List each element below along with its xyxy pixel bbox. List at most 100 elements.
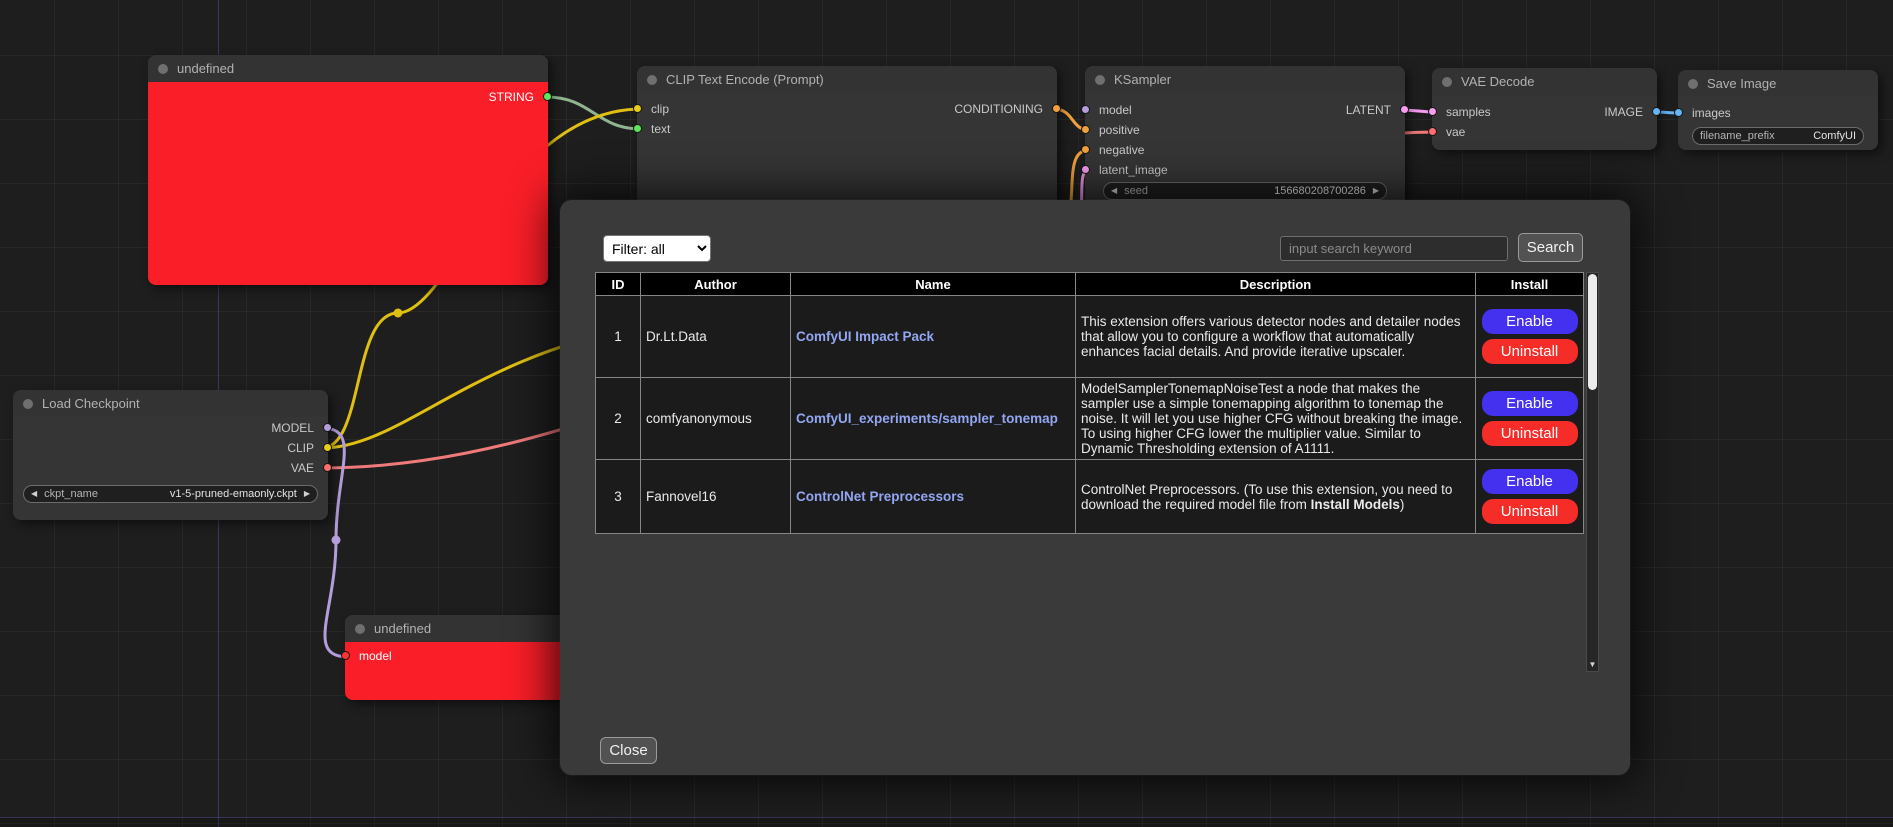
scroll-down-arrow-icon[interactable]: ▼ <box>1587 658 1598 670</box>
extension-manager-dialog: Filter: all Search ID Author Name Descri… <box>560 200 1630 775</box>
uninstall-button[interactable]: Uninstall <box>1482 499 1578 524</box>
model-port-dot[interactable] <box>1081 105 1090 114</box>
collapse-icon[interactable] <box>647 75 657 85</box>
port-label: CLIP <box>287 441 314 455</box>
description-bold-text: Install Models <box>1311 497 1400 512</box>
header-description: Description <box>1076 273 1476 296</box>
enable-button[interactable]: Enable <box>1482 391 1578 416</box>
node-header[interactable]: Load Checkpoint <box>13 390 328 417</box>
uninstall-button[interactable]: Uninstall <box>1482 339 1578 364</box>
extension-row: 3 Fannovel16 ControlNet Preprocessors Co… <box>596 460 1584 534</box>
node-vae-decode[interactable]: VAE Decode samples vae IMAGE <box>1432 68 1657 150</box>
extension-row: 2 comfyanonymous ComfyUI_experiments/sam… <box>596 378 1584 460</box>
extension-link[interactable]: ControlNet Preprocessors <box>796 489 964 504</box>
input-port-samples[interactable]: samples <box>1432 104 1491 120</box>
node-header[interactable]: undefined <box>148 55 548 82</box>
port-label: latent_image <box>1099 163 1168 177</box>
collapse-icon[interactable] <box>355 624 365 634</box>
collapse-icon[interactable] <box>158 64 168 74</box>
node-ksampler[interactable]: KSampler model positive negative latent_… <box>1085 66 1405 206</box>
link-midpoint-dot <box>332 536 341 545</box>
text-port-dot[interactable] <box>633 124 642 133</box>
search-input[interactable] <box>1280 236 1508 261</box>
node-header[interactable]: KSampler <box>1085 66 1405 93</box>
uninstall-button[interactable]: Uninstall <box>1482 421 1578 446</box>
output-port-image[interactable]: IMAGE <box>1604 104 1657 120</box>
node-title: Save Image <box>1707 76 1776 91</box>
scrollbar-thumb[interactable] <box>1588 274 1597 390</box>
search-button[interactable]: Search <box>1518 233 1583 262</box>
model-port-dot[interactable] <box>341 651 350 660</box>
output-port-string[interactable]: STRING <box>489 89 548 105</box>
widget-value: 156680208700286 <box>1274 185 1366 197</box>
port-label: STRING <box>489 90 534 104</box>
close-button[interactable]: Close <box>600 737 657 764</box>
string-port-dot[interactable] <box>543 92 552 101</box>
model-port-dot[interactable] <box>323 423 332 432</box>
output-port-conditioning[interactable]: CONDITIONING <box>954 101 1057 117</box>
output-port-vae[interactable]: VAE <box>291 460 328 476</box>
node-header[interactable]: VAE Decode <box>1432 68 1657 95</box>
filter-select[interactable]: Filter: all <box>603 235 711 262</box>
table-header-row: ID Author Name Description Install <box>596 273 1584 296</box>
node-title: CLIP Text Encode (Prompt) <box>666 72 824 87</box>
input-port-clip[interactable]: clip <box>637 101 669 117</box>
header-author: Author <box>641 273 791 296</box>
input-port-latent-image[interactable]: latent_image <box>1085 162 1168 178</box>
cell-description: ModelSamplerTonemapNoiseTest a node that… <box>1076 378 1476 460</box>
filename-prefix-widget[interactable]: filename_prefix ComfyUI <box>1692 127 1864 145</box>
input-port-text[interactable]: text <box>637 121 670 137</box>
port-label: positive <box>1099 123 1140 137</box>
negative-port-dot[interactable] <box>1081 145 1090 154</box>
latent-image-port-dot[interactable] <box>1081 165 1090 174</box>
input-port-model[interactable]: model <box>1085 102 1132 118</box>
input-port-model[interactable]: model <box>345 648 392 664</box>
conditioning-port-dot[interactable] <box>1052 104 1061 113</box>
next-arrow-icon[interactable]: ▶ <box>304 490 310 498</box>
node-load-checkpoint[interactable]: Load Checkpoint MODEL CLIP VAE ◀ ckpt_na… <box>13 390 328 520</box>
clip-port-dot[interactable] <box>633 104 642 113</box>
node-header[interactable]: Save Image <box>1678 70 1878 97</box>
input-port-positive[interactable]: positive <box>1085 122 1140 138</box>
ckpt-name-widget[interactable]: ◀ ckpt_name v1-5-pruned-emaonly.ckpt ▶ <box>23 485 318 503</box>
collapse-icon[interactable] <box>1688 79 1698 89</box>
seed-widget[interactable]: ◀ seed 156680208700286 ▶ <box>1103 182 1387 200</box>
decrement-arrow-icon[interactable]: ◀ <box>1111 187 1117 195</box>
collapse-icon[interactable] <box>1095 75 1105 85</box>
vae-port-dot[interactable] <box>1428 127 1437 136</box>
extension-link[interactable]: ComfyUI Impact Pack <box>796 329 934 344</box>
node-header[interactable]: CLIP Text Encode (Prompt) <box>637 66 1057 93</box>
link-midpoint-dot <box>394 309 403 318</box>
extension-link[interactable]: ComfyUI_experiments/sampler_tonemap <box>796 411 1058 426</box>
previous-arrow-icon[interactable]: ◀ <box>31 490 37 498</box>
cell-description: This extension offers various detector n… <box>1076 296 1476 378</box>
output-port-model[interactable]: MODEL <box>271 420 328 436</box>
input-port-images[interactable]: images <box>1678 105 1731 121</box>
cell-id: 3 <box>596 460 641 534</box>
widget-label: ckpt_name <box>44 488 98 500</box>
output-port-clip[interactable]: CLIP <box>287 440 328 456</box>
clip-port-dot[interactable] <box>323 443 332 452</box>
node-undefined-top[interactable]: undefined STRING <box>148 55 548 285</box>
samples-port-dot[interactable] <box>1428 107 1437 116</box>
enable-button[interactable]: Enable <box>1482 309 1578 334</box>
input-port-vae[interactable]: vae <box>1432 124 1465 140</box>
node-title: undefined <box>374 621 431 636</box>
node-header[interactable]: undefined <box>345 615 575 642</box>
image-port-dot[interactable] <box>1652 107 1661 116</box>
latent-port-dot[interactable] <box>1400 105 1409 114</box>
port-label: samples <box>1446 105 1491 119</box>
table-scrollbar[interactable]: ▼ <box>1586 272 1599 672</box>
vae-port-dot[interactable] <box>323 463 332 472</box>
collapse-icon[interactable] <box>1442 77 1452 87</box>
increment-arrow-icon[interactable]: ▶ <box>1373 187 1379 195</box>
node-save-image[interactable]: Save Image images filename_prefix ComfyU… <box>1678 70 1878 150</box>
enable-button[interactable]: Enable <box>1482 469 1578 494</box>
node-undefined-bottom[interactable]: undefined model <box>345 615 575 700</box>
input-port-negative[interactable]: negative <box>1085 142 1144 158</box>
output-port-latent[interactable]: LATENT <box>1346 102 1405 118</box>
node-title: Load Checkpoint <box>42 396 140 411</box>
positive-port-dot[interactable] <box>1081 125 1090 134</box>
images-port-dot[interactable] <box>1674 108 1683 117</box>
collapse-icon[interactable] <box>23 399 33 409</box>
